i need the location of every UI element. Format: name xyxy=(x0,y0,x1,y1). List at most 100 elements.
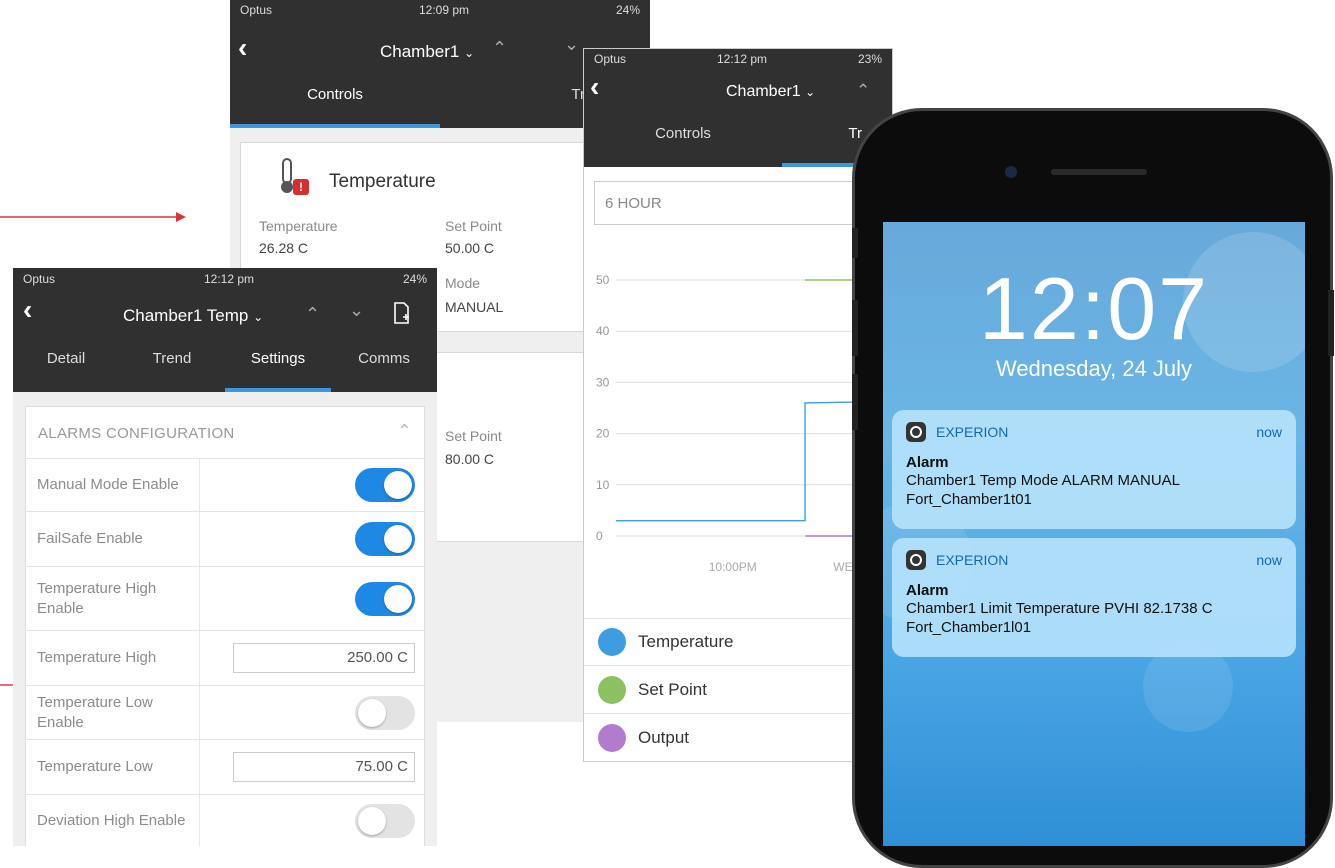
toggle-switch[interactable] xyxy=(355,803,415,838)
legend-item-setpoint[interactable]: Set Point xyxy=(584,666,884,714)
earpiece-speaker xyxy=(1051,169,1147,175)
toggle-switch[interactable] xyxy=(355,581,415,616)
status-bar: Optus 12:09 pm 24% xyxy=(230,0,650,20)
field-value: MANUAL xyxy=(445,299,504,315)
side-button-mid xyxy=(852,300,858,356)
front-camera xyxy=(1005,166,1017,178)
y-tick-label: 40 xyxy=(596,324,610,338)
number-input[interactable]: 250.00 C xyxy=(233,643,415,673)
app-icon xyxy=(906,422,926,442)
y-tick-label: 30 xyxy=(596,375,610,389)
collapse-chevron-icon[interactable]: ⌃ xyxy=(397,421,412,442)
nav-title: Chamber1 Temp xyxy=(123,306,249,325)
clock-label: 12:09 pm xyxy=(418,3,470,17)
trend-chart-svg: 0102030405010:00PMWED 2 xyxy=(596,273,892,574)
lock-date: Wednesday, 24 July xyxy=(995,356,1193,381)
legend-label: Set Point xyxy=(638,679,707,699)
toggle-knob xyxy=(384,584,412,613)
clock-icon xyxy=(910,426,922,438)
next-arrow-icon[interactable]: ⌄ xyxy=(349,300,364,321)
battery-label: 24% xyxy=(402,272,427,286)
toggle-knob xyxy=(384,471,412,499)
settings-row: Manual Mode Enable xyxy=(25,458,425,511)
settings-row: Temperature High Enable xyxy=(25,566,425,630)
chevron-down-icon: ⌄ xyxy=(805,85,816,99)
settings-row: FailSafe Enable xyxy=(25,511,425,566)
y-tick-label: 0 xyxy=(596,529,603,543)
settings-row: Temperature Low 75.00 C xyxy=(25,739,425,794)
field-value: 26.28 C xyxy=(259,240,309,256)
notification-title: Alarm xyxy=(906,454,949,471)
notification-time: now xyxy=(1256,552,1282,568)
field-value: 50.00 C xyxy=(445,240,495,256)
setting-label: Temperature High Enable xyxy=(25,567,200,630)
range-selector[interactable]: 6 HOUR xyxy=(594,181,892,225)
setting-label: FailSafe Enable xyxy=(25,512,200,566)
toggle-switch[interactable] xyxy=(355,468,415,502)
settings-row: Temperature Low Enable xyxy=(25,685,425,739)
setting-label: Temperature High xyxy=(25,631,200,685)
nav-title-button[interactable]: Chamber1 ⌄ xyxy=(726,83,815,101)
side-button-right xyxy=(1328,290,1334,356)
report-add-icon[interactable] xyxy=(393,302,411,324)
nav-title-button[interactable]: Chamber1 ⌄ xyxy=(380,42,474,62)
legend-swatch xyxy=(598,675,626,704)
tab-controls[interactable]: Controls xyxy=(584,115,782,167)
prev-arrow-icon[interactable]: ⌃ xyxy=(492,38,507,59)
lock-time: 12:07 xyxy=(978,259,1210,358)
notification-line: Fort_Chamber1t01 xyxy=(906,491,1032,508)
back-chevron-icon[interactable]: ‹ xyxy=(23,294,32,326)
back-chevron-icon[interactable]: ‹ xyxy=(590,71,599,103)
toggle-switch[interactable] xyxy=(355,522,415,556)
tab-controls[interactable]: Controls xyxy=(230,76,440,128)
back-chevron-icon[interactable]: ‹ xyxy=(238,32,247,64)
toggle-knob xyxy=(358,806,386,835)
screen-settings: Optus 12:12 pm 24% ‹ Chamber1 Temp ⌄ ⌃ ⌄… xyxy=(13,268,437,846)
trend-chart: 0102030405010:00PMWED 2 xyxy=(584,249,892,589)
clock-icon xyxy=(910,554,922,566)
setting-label: Temperature Low xyxy=(25,740,200,794)
side-button-low xyxy=(852,374,858,430)
notification-title: Alarm xyxy=(906,582,949,599)
notification-line: Chamber1 Limit Temperature PVHI 82.1738 … xyxy=(906,600,1213,617)
clock-label: 12:12 pm xyxy=(716,52,768,66)
setting-label: Manual Mode Enable xyxy=(25,459,200,511)
field-label: Set Point xyxy=(445,428,502,444)
carrier-label: Optus xyxy=(23,272,56,286)
setting-label: Deviation High Enable xyxy=(25,795,200,846)
tab-trend[interactable]: Trend xyxy=(119,340,225,392)
app-icon xyxy=(906,550,926,570)
legend-label: Temperature xyxy=(638,632,734,651)
svg-text:!: ! xyxy=(299,180,303,194)
screen-trend: Optus 12:12 pm 23% ‹ Chamber1 ⌄ ⌃ Contro… xyxy=(583,48,893,762)
next-arrow-icon[interactable]: ⌄ xyxy=(564,34,579,55)
prev-arrow-icon[interactable]: ⌃ xyxy=(305,304,320,325)
legend-swatch xyxy=(598,628,626,656)
notification-card[interactable]: EXPERION now Alarm Chamber1 Limit Temper… xyxy=(892,538,1296,657)
field-label: Temperature xyxy=(259,218,338,234)
clock-label: 12:12 pm xyxy=(203,272,255,286)
legend-item-output[interactable]: Output xyxy=(584,714,884,761)
notification-line: Fort_Chamber1l01 xyxy=(906,619,1032,636)
legend-swatch xyxy=(598,724,626,752)
tab-settings[interactable]: Settings xyxy=(225,340,331,392)
battery-label: 24% xyxy=(615,3,640,17)
number-input[interactable]: 75.00 C xyxy=(233,752,415,782)
notification-card[interactable]: EXPERION now Alarm Chamber1 Temp Mode AL… xyxy=(892,410,1296,529)
y-tick-label: 20 xyxy=(596,427,610,441)
tab-detail[interactable]: Detail xyxy=(13,340,119,392)
toggle-switch[interactable] xyxy=(355,695,415,730)
lock-screen: 12:07 Wednesday, 24 July xyxy=(883,222,1305,846)
field-label: Mode xyxy=(445,275,481,291)
prev-arrow-icon[interactable]: ⌃ xyxy=(856,81,870,101)
field-value: 80.00 C xyxy=(445,451,495,467)
nav-title-button[interactable]: Chamber1 Temp ⌄ xyxy=(123,306,263,326)
legend-item-temperature[interactable]: Temperature xyxy=(584,618,884,666)
field-label: Set Point xyxy=(445,218,502,234)
tab-comms[interactable]: Comms xyxy=(331,340,437,392)
setting-label: Temperature Low Enable xyxy=(25,686,200,739)
legend-label: Output xyxy=(638,728,690,747)
nav-title: Chamber1 xyxy=(726,83,801,100)
section-title: ALARMS CONFIGURATION xyxy=(38,425,235,442)
card-title: Temperature xyxy=(329,171,436,192)
